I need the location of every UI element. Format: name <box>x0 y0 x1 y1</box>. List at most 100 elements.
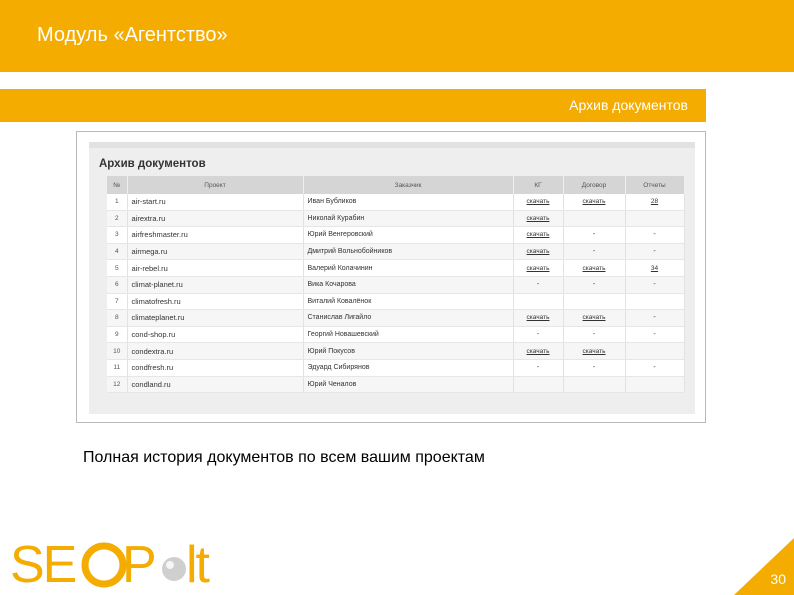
client-cell: Вика Кочарова <box>303 276 514 294</box>
row-number: 11 <box>107 359 128 377</box>
project-cell[interactable]: climatofresh.ru <box>127 293 304 311</box>
table-row: 7 climatofresh.ru Виталий Ковалёнок <box>107 293 685 311</box>
kg-download-link[interactable]: скачать <box>527 231 550 238</box>
documents-table: № Проект Заказчик КГ Договор Отчеты 1 air… <box>107 176 685 394</box>
header-bar: Модуль «Агентство» <box>0 0 794 72</box>
kg-cell: - <box>513 326 564 344</box>
table-row: 3 airfreshmaster.ru Юрий Венгеровский скача… <box>107 226 685 244</box>
seopult-logo: SE P lt <box>10 536 213 592</box>
project-cell[interactable]: condland.ru <box>127 376 304 394</box>
reports-cell <box>625 210 685 228</box>
kg-download-link[interactable]: скачать <box>527 198 550 205</box>
svg-text:P: P <box>122 536 155 592</box>
contract-cell: - <box>563 326 626 344</box>
kg-cell: скачать <box>513 243 564 261</box>
contract-cell: - <box>563 276 626 294</box>
client-cell: Юрий Ченалов <box>303 376 514 394</box>
reports-download-link[interactable]: 34 <box>651 265 658 272</box>
reports-cell <box>625 293 685 311</box>
client-cell: Николай Курабин <box>303 210 514 228</box>
reports-cell: - <box>625 309 685 327</box>
row-number: 5 <box>107 259 128 277</box>
table-row: 12 condland.ru Юрий Ченалов <box>107 376 685 394</box>
column-header-reports[interactable]: Отчеты <box>625 176 685 194</box>
row-number: 3 <box>107 226 128 244</box>
contract-cell: скачать <box>563 259 626 277</box>
archive-heading: Архив документов <box>99 158 206 170</box>
kg-download-link[interactable]: скачать <box>527 265 550 272</box>
page-number: 30 <box>770 571 786 587</box>
section-title: Архив документов <box>569 97 688 113</box>
table-row: 4 airmega.ru Дмитрий Вольнобойников скачать… <box>107 243 685 261</box>
contract-cell: скачать <box>563 194 626 211</box>
kg-download-link[interactable]: скачать <box>527 215 550 222</box>
column-header-client[interactable]: Заказчик <box>303 176 514 194</box>
project-cell[interactable]: condfresh.ru <box>127 359 304 377</box>
client-cell: Эдуард Сибирянов <box>303 359 514 377</box>
project-cell[interactable]: airextra.ru <box>127 210 304 228</box>
contract-download-link[interactable]: скачать <box>583 265 606 272</box>
row-number: 1 <box>107 194 128 211</box>
kg-cell: - <box>513 359 564 377</box>
project-cell[interactable]: condextra.ru <box>127 342 304 360</box>
slide-title: Модуль «Агентство» <box>37 24 228 46</box>
reports-download-link[interactable]: 28 <box>651 198 658 205</box>
section-bar: Архив документов <box>0 89 706 122</box>
table-row: 6 climat-planet.ru Вика Кочарова - - - <box>107 276 685 294</box>
project-cell[interactable]: air-rebel.ru <box>127 259 304 277</box>
svg-text:SE: SE <box>10 536 76 592</box>
column-header-contract[interactable]: Договор <box>563 176 626 194</box>
kg-cell <box>513 376 564 394</box>
table-row: 5 air-rebel.ru Валерий Колачинин скачать ска… <box>107 259 685 277</box>
kg-cell: - <box>513 276 564 294</box>
project-cell[interactable]: air-start.ru <box>127 194 304 211</box>
contract-cell: скачать <box>563 309 626 327</box>
contract-cell: - <box>563 359 626 377</box>
contract-cell: скачать <box>563 342 626 360</box>
reports-cell: - <box>625 359 685 377</box>
project-cell[interactable]: airfreshmaster.ru <box>127 226 304 244</box>
contract-cell: - <box>563 226 626 244</box>
kg-cell: скачать <box>513 259 564 277</box>
kg-download-link[interactable]: скачать <box>527 348 550 355</box>
contract-cell <box>563 210 626 228</box>
client-cell: Дмитрий Вольнобойников <box>303 243 514 261</box>
row-number: 6 <box>107 276 128 294</box>
table-row: 11 condfresh.ru Эдуард Сибирянов - - - <box>107 359 685 377</box>
contract-download-link[interactable]: скачать <box>583 314 606 321</box>
screenshot-frame: Архив документов № Проект Заказчик КГ До… <box>76 131 706 423</box>
row-number: 4 <box>107 243 128 261</box>
client-cell: Валерий Колачинин <box>303 259 514 277</box>
client-cell: Иван Бубликов <box>303 194 514 211</box>
table-row: 9 cond-shop.ru Георгий Новашевский - - - <box>107 326 685 344</box>
column-header-number[interactable]: № <box>107 176 128 194</box>
column-header-project[interactable]: Проект <box>127 176 304 194</box>
client-cell: Юрий Венгеровский <box>303 226 514 244</box>
row-number: 10 <box>107 342 128 360</box>
logo-wordmark: SE P lt <box>10 536 213 592</box>
contract-download-link[interactable]: скачать <box>583 348 606 355</box>
row-number: 7 <box>107 293 128 311</box>
contract-download-link[interactable]: скачать <box>583 198 606 205</box>
reports-cell: 34 <box>625 259 685 277</box>
kg-download-link[interactable]: скачать <box>527 314 550 321</box>
panel-top-strip <box>89 142 695 148</box>
logo-ring-icon <box>81 542 127 588</box>
table-row: 8 climateplanet.ru Станислав Лигайло скачат… <box>107 309 685 327</box>
project-cell[interactable]: airmega.ru <box>127 243 304 261</box>
logo-ball-icon <box>162 557 186 581</box>
row-number: 8 <box>107 309 128 327</box>
project-cell[interactable]: climat-planet.ru <box>127 276 304 294</box>
client-cell: Юрий Покусов <box>303 342 514 360</box>
table-row: 1 air-start.ru Иван Бубликов скачать скачать… <box>107 194 685 211</box>
kg-cell: скачать <box>513 226 564 244</box>
reports-cell: 28 <box>625 194 685 211</box>
column-header-kg[interactable]: КГ <box>513 176 564 194</box>
project-cell[interactable]: climateplanet.ru <box>127 309 304 327</box>
kg-cell: скачать <box>513 210 564 228</box>
kg-download-link[interactable]: скачать <box>527 248 550 255</box>
contract-cell <box>563 293 626 311</box>
reports-cell: - <box>625 226 685 244</box>
project-cell[interactable]: cond-shop.ru <box>127 326 304 344</box>
table-row: 10 condextra.ru Юрий Покусов скачать скачать <box>107 342 685 360</box>
